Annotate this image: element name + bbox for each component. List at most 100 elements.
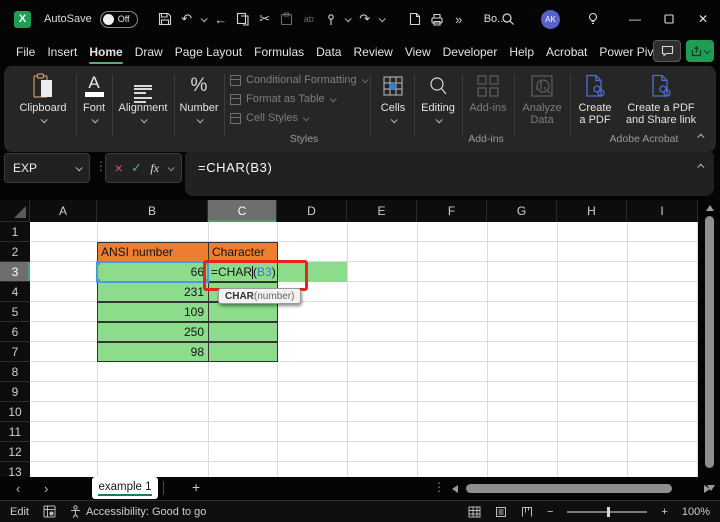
cell-c6[interactable] — [208, 322, 278, 342]
font-group-button[interactable]: A Font — [78, 71, 110, 124]
cell-b4[interactable]: 231 — [97, 282, 209, 302]
alignment-group-button[interactable]: Alignment — [114, 71, 172, 124]
cut-icon[interactable]: ✂ — [254, 7, 276, 31]
lightbulb-icon[interactable] — [582, 7, 604, 31]
save-icon[interactable] — [154, 7, 176, 31]
tab-review[interactable]: Review — [353, 45, 392, 59]
next-sheet-icon[interactable]: › — [44, 481, 48, 496]
insert-function-icon[interactable]: fx — [150, 161, 159, 176]
create-pdf-button[interactable]: Create a PDF — [572, 71, 618, 126]
cancel-entry-icon[interactable]: × — [114, 160, 122, 176]
horizontal-scrollbar-thumb[interactable] — [466, 484, 672, 493]
close-button[interactable]: ✕ — [686, 0, 720, 38]
collapse-ribbon-icon[interactable] — [697, 133, 705, 141]
zoom-out-button[interactable]: − — [547, 506, 553, 518]
tab-draw[interactable]: Draw — [135, 45, 163, 59]
select-all-corner[interactable] — [0, 200, 30, 222]
tab-file[interactable]: File — [16, 45, 35, 59]
tab-data[interactable]: Data — [316, 45, 341, 59]
column-header-h[interactable]: H — [557, 200, 627, 222]
horizontal-scrollbar[interactable] — [452, 484, 710, 493]
cells-group-button[interactable]: Cells — [374, 71, 412, 124]
redo-dropdown-icon[interactable] — [376, 7, 388, 31]
row-header-2[interactable]: 2 — [0, 242, 30, 262]
page-layout-view-icon[interactable] — [495, 506, 507, 518]
name-box[interactable]: EXP — [4, 153, 90, 183]
clipboard-group-button[interactable]: Clipboard — [12, 71, 74, 124]
cell-b2[interactable]: ANSI number — [97, 242, 209, 262]
column-header-e[interactable]: E — [347, 200, 417, 222]
undo-icon[interactable]: ↶ — [176, 7, 198, 31]
page-break-view-icon[interactable] — [521, 506, 533, 518]
undo-dropdown-icon[interactable] — [198, 7, 210, 31]
vertical-scrollbar[interactable] — [702, 200, 717, 477]
sheet-tab-example-1[interactable]: example 1 — [92, 477, 158, 499]
cell-c5[interactable] — [208, 302, 278, 322]
zoom-in-button[interactable]: + — [661, 506, 667, 518]
autosave-toggle[interactable]: Off — [99, 10, 138, 28]
column-header-f[interactable]: F — [417, 200, 487, 222]
back-icon[interactable]: ← — [210, 7, 232, 31]
row-header-12[interactable]: 12 — [0, 442, 30, 462]
touch-mode-dropdown-icon[interactable] — [342, 7, 354, 31]
search-icon[interactable] — [497, 7, 519, 31]
new-file-icon[interactable] — [404, 7, 426, 31]
accessibility-status[interactable]: Accessibility: Good to go — [70, 505, 206, 518]
number-group-button[interactable]: % Number — [176, 71, 222, 124]
account-avatar[interactable]: AK — [541, 9, 560, 29]
maximize-button[interactable] — [652, 0, 686, 38]
row-header-3[interactable]: 3 — [0, 262, 30, 282]
tab-help[interactable]: Help — [509, 45, 534, 59]
column-header-c[interactable]: C — [208, 200, 277, 222]
expand-formula-bar-icon[interactable] — [697, 163, 705, 171]
column-header-d[interactable]: D — [277, 200, 347, 222]
tab-acrobat[interactable]: Acrobat — [546, 45, 587, 59]
excel-logo-icon[interactable]: X — [14, 10, 31, 28]
touch-mode-icon[interactable] — [320, 7, 342, 31]
enter-entry-icon[interactable]: ✓ — [131, 160, 142, 176]
scroll-up-icon[interactable] — [706, 205, 714, 211]
cell-b6[interactable]: 250 — [97, 322, 209, 342]
editing-group-button[interactable]: Editing — [416, 71, 460, 124]
normal-view-icon[interactable] — [468, 506, 481, 518]
zoom-level[interactable]: 100% — [682, 506, 710, 518]
prev-sheet-icon[interactable]: ‹ — [16, 481, 20, 496]
row-header-4[interactable]: 4 — [0, 282, 30, 302]
row-header-1[interactable]: 1 — [0, 222, 30, 242]
redo-icon[interactable]: ↷ — [354, 7, 376, 31]
minimize-button[interactable]: — — [618, 0, 652, 38]
cell-b7[interactable]: 98 — [97, 342, 209, 362]
comments-button[interactable] — [653, 40, 681, 62]
zoom-slider-knob[interactable] — [607, 506, 611, 517]
row-header-8[interactable]: 8 — [0, 362, 30, 382]
name-box-dropdown-icon[interactable] — [75, 163, 83, 171]
column-header-b[interactable]: B — [97, 200, 208, 222]
tab-developer[interactable]: Developer — [443, 45, 498, 59]
column-header-g[interactable]: G — [487, 200, 557, 222]
row-header-5[interactable]: 5 — [0, 302, 30, 322]
tab-home[interactable]: Home — [89, 45, 124, 64]
cell-b5[interactable]: 109 — [97, 302, 209, 322]
row-header-7[interactable]: 7 — [0, 342, 30, 362]
insert-function-dropdown-icon[interactable] — [167, 163, 175, 171]
qat-overflow-icon[interactable]: » — [448, 7, 470, 31]
column-header-a[interactable]: A — [30, 200, 97, 222]
scroll-left-icon[interactable] — [452, 485, 458, 493]
row-header-6[interactable]: 6 — [0, 322, 30, 342]
tab-view[interactable]: View — [405, 45, 431, 59]
row-header-10[interactable]: 10 — [0, 402, 30, 422]
vertical-scrollbar-thumb[interactable] — [705, 216, 714, 468]
zoom-slider[interactable] — [567, 506, 648, 517]
row-header-9[interactable]: 9 — [0, 382, 30, 402]
formula-bar-input[interactable]: =CHAR(B3) — [185, 152, 714, 196]
row-header-11[interactable]: 11 — [0, 422, 30, 442]
tab-insert[interactable]: Insert — [47, 45, 77, 59]
cell-c2[interactable]: Character — [208, 242, 278, 262]
share-button[interactable] — [686, 40, 714, 62]
macro-record-icon[interactable] — [43, 505, 56, 518]
create-pdf-share-link-button[interactable]: Create a PDF and Share link — [620, 71, 702, 126]
add-sheet-button[interactable]: + — [192, 479, 200, 495]
copy-icon[interactable] — [232, 7, 254, 31]
cell-c7[interactable] — [208, 342, 278, 362]
print-icon[interactable] — [426, 7, 448, 31]
